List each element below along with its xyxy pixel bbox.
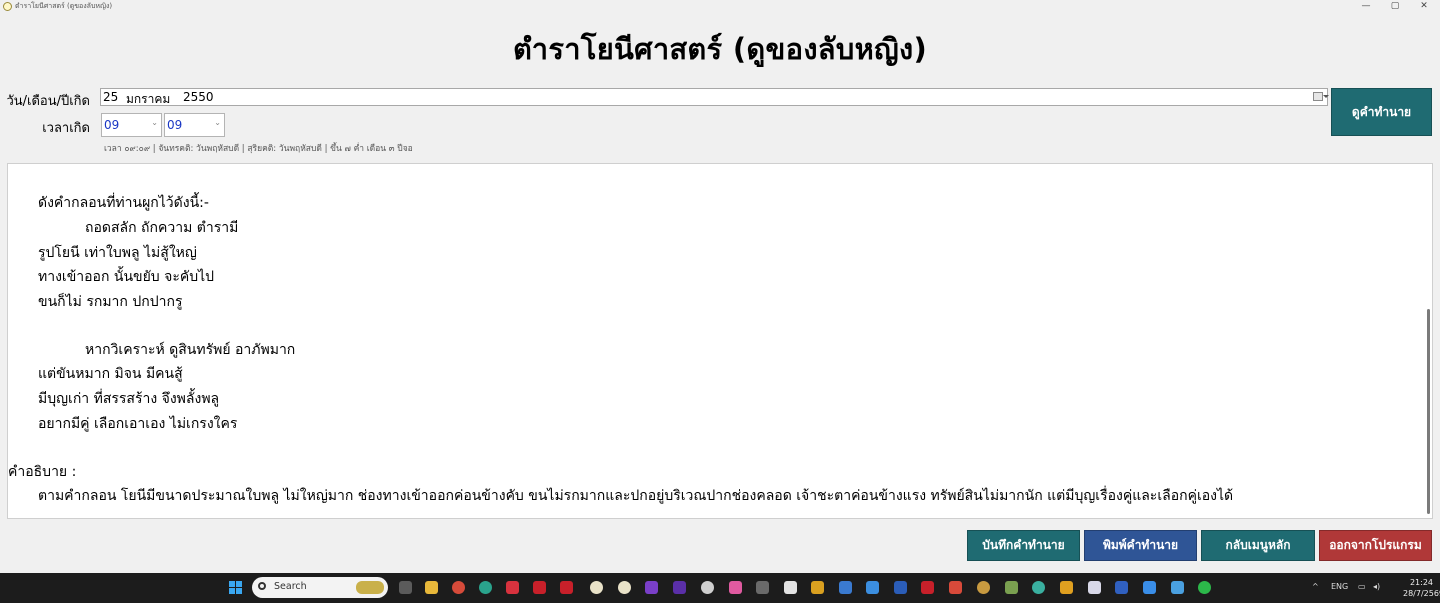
explanation-heading: คำอธิบาย : <box>8 464 77 480</box>
app-thai-icon[interactable] <box>533 581 546 594</box>
back-to-menu-button[interactable]: กลับเมนูหลัก <box>1201 530 1315 561</box>
hour-value: 09 <box>104 118 120 132</box>
task-view-icon[interactable] <box>399 581 412 594</box>
print-prediction-button[interactable]: พิมพ์คำทำนาย <box>1084 530 1197 561</box>
poem-line: ขนก็ไม่ รกมาก ปกปากรู <box>38 294 183 310</box>
media-icon[interactable] <box>839 581 852 594</box>
photos-icon[interactable] <box>729 581 742 594</box>
paint-icon[interactable] <box>784 581 797 594</box>
windows-start-icon[interactable] <box>229 581 243 595</box>
app-icon-6[interactable] <box>1115 581 1128 594</box>
thai-app-icon[interactable] <box>921 581 934 594</box>
predict-button[interactable]: ดูคำทำนาย <box>1331 88 1432 136</box>
calendar-dropdown-icon[interactable] <box>1313 92 1329 101</box>
search-highlight-icon <box>356 581 384 594</box>
birth-info-text: เวลา ๐๙:๐๙ | จันทรคติ: วันพฤหัสบดี | สุร… <box>104 144 413 154</box>
page-title: ตำราโยนีศาสตร์ (ดูของลับหญิง) <box>512 32 928 66</box>
globe-icon[interactable] <box>1032 581 1045 594</box>
search-placeholder: Search <box>274 581 307 592</box>
clock-app-icon[interactable] <box>590 581 603 594</box>
poem-line: ทางเข้าออก นั้นขยับ จะคับไป <box>38 269 215 285</box>
poem-line: แต่ขันหมาก มิจน มีคนสู้ <box>38 366 183 382</box>
app-icon-7[interactable] <box>1171 581 1184 594</box>
birth-year[interactable]: 2550 <box>183 90 214 104</box>
visual-studio-icon[interactable] <box>645 581 658 594</box>
birth-date-label: วัน/เดือน/ปีเกิด <box>6 94 90 109</box>
visual-studio-2-icon[interactable] <box>673 581 686 594</box>
calculator-icon[interactable] <box>756 581 769 594</box>
minute-select[interactable]: 09 ⌄ <box>164 113 225 137</box>
file-explorer-icon[interactable] <box>425 581 438 594</box>
app-icon[interactable] <box>949 581 962 594</box>
chevron-down-icon[interactable]: ⌄ <box>214 118 221 127</box>
hour-select[interactable]: 09 ⌄ <box>101 113 162 137</box>
search-icon <box>258 582 266 590</box>
close-button[interactable]: ✕ <box>1410 0 1438 14</box>
settings-icon[interactable] <box>811 581 824 594</box>
word-icon[interactable] <box>894 581 907 594</box>
taskbar-clock[interactable]: 21:24 28/7/2569 <box>1403 577 1440 599</box>
minute-value: 09 <box>167 118 183 132</box>
language-indicator[interactable]: ENG <box>1331 582 1348 591</box>
notepad-icon[interactable] <box>866 581 879 594</box>
prediction-text-area[interactable]: ดังคำกลอนที่ท่านผูกไว้ดังนี้:- ถอดสลัก ถ… <box>7 163 1433 519</box>
chrome-icon[interactable] <box>452 581 465 594</box>
taskbar: Search ^ ENG ▭ ◂) 21:24 28/7/2569 <box>0 573 1440 603</box>
app-icon-5[interactable] <box>1088 581 1101 594</box>
birth-month[interactable]: มกราคม <box>126 90 170 109</box>
poem-line: มีบุญเก่า ที่สรรสร้าง จึงพลั้งพลู <box>38 391 220 407</box>
window-title: ตำราโยนีศาสตร์ (ดูของลับหญิง) <box>15 2 113 10</box>
chatgpt-icon[interactable] <box>701 581 714 594</box>
birth-time-label: เวลาเกิด <box>42 121 90 136</box>
chevron-down-icon[interactable]: ⌄ <box>151 118 158 127</box>
poem-intro: ดังคำกลอนที่ท่านผูกไว้ดังนี้:- <box>38 195 209 211</box>
poem-line: อยากมีคู่ เลือกเอาเอง ไม่เกรงใคร <box>38 416 238 432</box>
clock-date: 28/7/2569 <box>1403 589 1440 598</box>
clock-time: 21:24 <box>1409 578 1433 587</box>
maximize-button[interactable]: ▢ <box>1381 0 1409 14</box>
app-icon-3[interactable] <box>1005 581 1018 594</box>
clock-app-2-icon[interactable] <box>618 581 631 594</box>
birth-day[interactable]: 25 <box>103 90 118 104</box>
app-icon <box>3 2 12 11</box>
tray-overflow-icon[interactable]: ^ <box>1312 582 1319 591</box>
poem-line: รูปโยนี เท่าใบพลู ไม่สู้ใหญ่ <box>38 245 197 261</box>
app-red-icon[interactable] <box>506 581 519 594</box>
minimize-button[interactable]: — <box>1352 0 1380 14</box>
edge-icon[interactable] <box>479 581 492 594</box>
network-icon[interactable]: ▭ <box>1358 582 1366 591</box>
explanation-text: ตามคำกลอน โยนีมีขนาดประมาณใบพลู ไม่ใหญ่ม… <box>38 488 1234 504</box>
poem-line: ถอดสลัก ถักความ ตำรามี <box>85 220 239 236</box>
birth-date-picker[interactable]: 25 มกราคม 2550 <box>100 88 1329 109</box>
exit-program-button[interactable]: ออกจากโปรแกรม <box>1319 530 1432 561</box>
line-icon[interactable] <box>1198 581 1211 594</box>
poem-line: หากวิเคราะห์ ดูสินทรัพย์ อาภัพมาก <box>85 342 296 358</box>
snipping-icon[interactable] <box>1143 581 1156 594</box>
scrollbar-thumb[interactable] <box>1427 309 1430 514</box>
window-title-bar: ตำราโยนีศาสตร์ (ดูของลับหญิง) — ▢ ✕ <box>0 0 1440 14</box>
save-prediction-button[interactable]: บันทึกคำทำนาย <box>967 530 1080 561</box>
app-icon-2[interactable] <box>977 581 990 594</box>
volume-icon[interactable]: ◂) <box>1373 582 1380 591</box>
taskbar-search[interactable]: Search <box>252 577 388 598</box>
app-thai-2-icon[interactable] <box>560 581 573 594</box>
app-icon-4[interactable] <box>1060 581 1073 594</box>
